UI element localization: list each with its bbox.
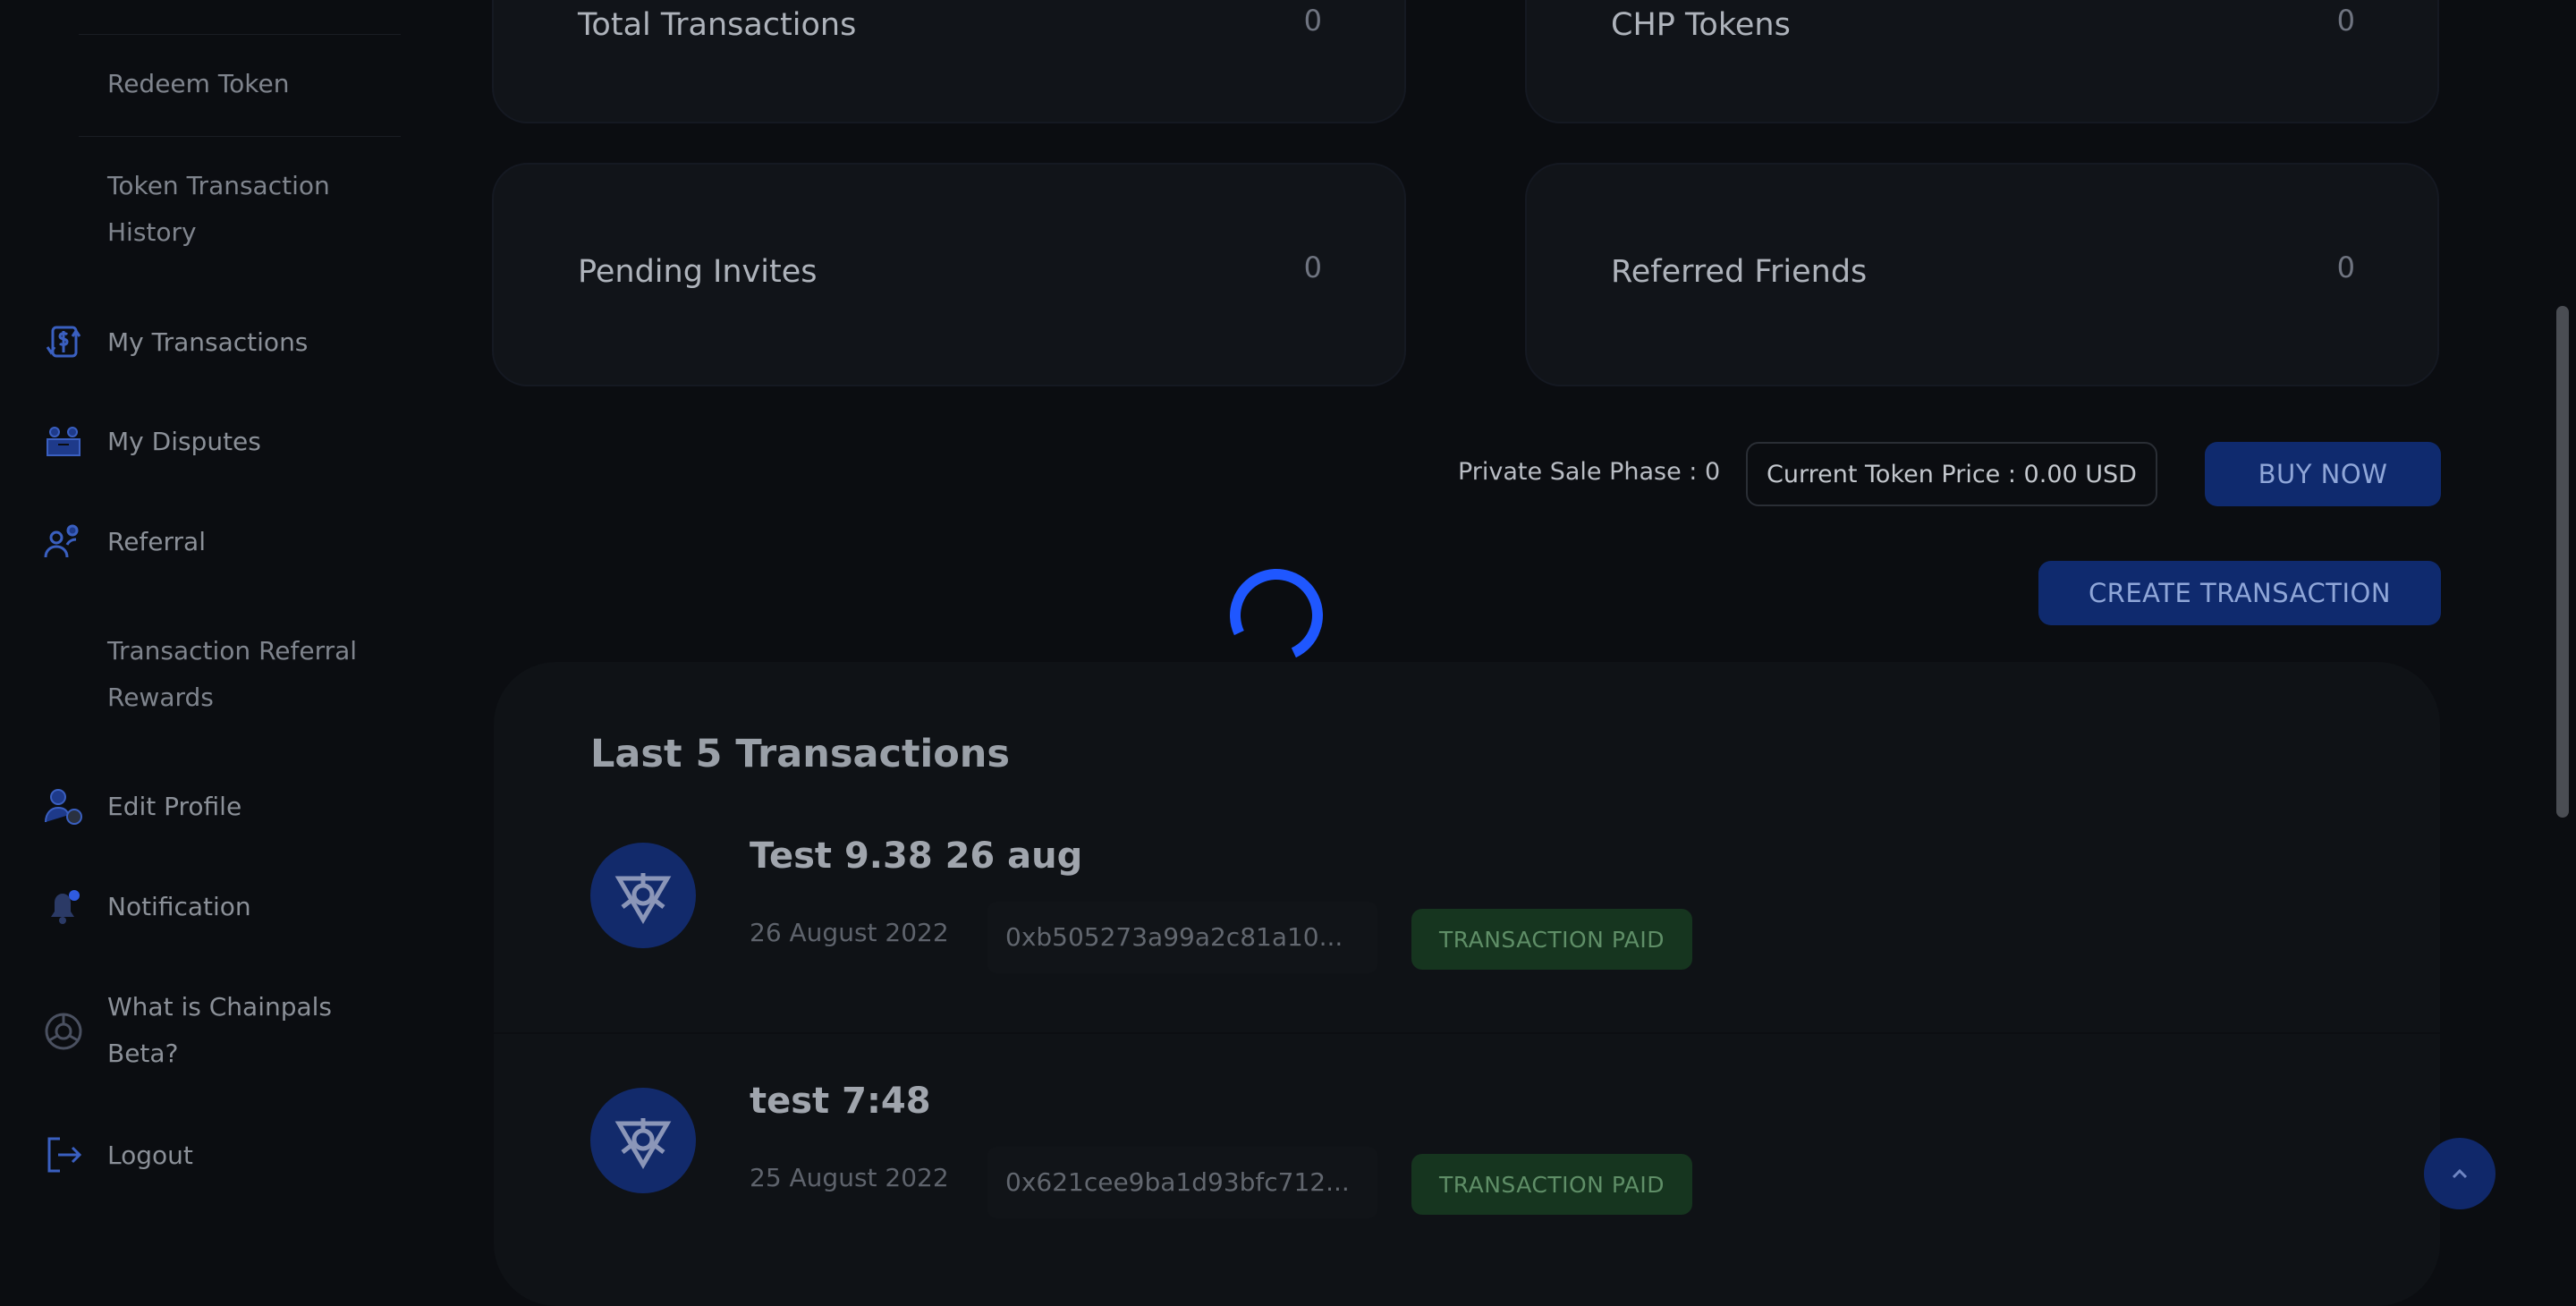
stat-label: Total Transactions: [578, 7, 857, 43]
stat-card-referred-friends: Referred Friends 0: [1525, 163, 2439, 386]
transaction-hash[interactable]: 0xb505273a99a2c81a10...: [987, 902, 1377, 973]
stat-value: 0: [2336, 4, 2355, 38]
sidebar-item-logout[interactable]: Logout: [41, 1132, 435, 1179]
scroll-to-top-button[interactable]: [2424, 1138, 2496, 1209]
sidebar-item-token-transaction-history[interactable]: Token Transaction History: [107, 163, 402, 256]
stat-value: 0: [2336, 250, 2355, 284]
sidebar-item-label: Referral: [107, 527, 206, 556]
sidebar-item-label: Token Transaction: [107, 171, 330, 200]
stat-label: Referred Friends: [1611, 254, 1868, 290]
sidebar-item-transaction-referral-rewards[interactable]: Transaction Referral Rewards: [107, 628, 402, 721]
bell-icon: [41, 884, 86, 929]
buy-now-label: BUY NOW: [2258, 459, 2388, 489]
sidebar: Redeem Token Token Transaction History M…: [0, 0, 474, 1245]
transaction-hash[interactable]: 0x621cee9ba1d93bfc712...: [987, 1147, 1377, 1218]
dollar-exchange-icon: [41, 319, 86, 364]
loading-spinner: [1216, 555, 1336, 675]
chainpals-logo-icon: [41, 1009, 86, 1054]
sidebar-item-label: Notification: [107, 892, 251, 921]
chainpals-logo-icon: [590, 843, 696, 948]
sidebar-item-label: Edit Profile: [107, 792, 242, 821]
buy-now-button[interactable]: BUY NOW: [2205, 442, 2441, 506]
status-badge: TRANSACTION PAID: [1411, 1154, 1692, 1215]
sidebar-item-my-disputes[interactable]: My Disputes: [41, 419, 435, 465]
sidebar-item-label: Transaction Referral: [107, 636, 358, 666]
scrollbar-thumb[interactable]: [2556, 306, 2569, 818]
status-badge: TRANSACTION PAID: [1411, 909, 1692, 970]
sidebar-item-label: What is Chainpals Beta?: [107, 984, 332, 1077]
transaction-title[interactable]: Test 9.38 26 aug: [750, 835, 1082, 877]
current-token-price: Current Token Price : 0.00 USD: [1746, 442, 2157, 506]
sidebar-item-my-transactions[interactable]: My Transactions: [41, 319, 435, 366]
transaction-date: 26 August 2022: [750, 918, 949, 947]
sidebar-item-redeem-token[interactable]: Redeem Token: [107, 61, 402, 107]
sidebar-item-label-line: Beta?: [107, 1039, 179, 1068]
sidebar-item-label: Logout: [107, 1141, 193, 1170]
sidebar-item-label: History: [107, 217, 197, 247]
sidebar-item-what-is-chainpals[interactable]: What is Chainpals Beta?: [41, 984, 435, 1077]
logout-icon: [41, 1132, 86, 1177]
chevron-up-icon: [2452, 1168, 2468, 1179]
sidebar-item-edit-profile[interactable]: Edit Profile: [41, 784, 435, 830]
disputes-icon: [41, 419, 86, 463]
stat-value: 0: [1303, 250, 1322, 284]
current-token-price-text: Current Token Price : 0.00 USD: [1767, 460, 2137, 488]
sidebar-item-label: Rewards: [107, 683, 214, 712]
sidebar-item-notification[interactable]: Notification: [41, 884, 435, 930]
stat-value: 0: [1303, 4, 1322, 38]
section-title: Last 5 Transactions: [590, 732, 1011, 776]
transaction-title[interactable]: test 7:48: [750, 1081, 931, 1122]
sidebar-item-label-line: What is Chainpals: [107, 992, 333, 1022]
row-divider: [494, 1032, 2440, 1034]
stat-card-pending-invites: Pending Invites 0: [492, 163, 1406, 386]
sidebar-item-referral[interactable]: Referral: [41, 519, 435, 565]
table-row[interactable]: Test 9.38 26 aug 26 August 2022 0xb50527…: [590, 835, 2379, 1057]
stat-label: Pending Invites: [578, 254, 818, 290]
transaction-date: 25 August 2022: [750, 1163, 949, 1192]
sidebar-divider: [79, 34, 401, 35]
edit-profile-icon: [41, 784, 86, 828]
last-transactions-panel: Last 5 Transactions Test 9.38 26 aug 26 …: [494, 662, 2440, 1306]
sidebar-item-label: My Transactions: [107, 327, 309, 357]
stat-label: CHP Tokens: [1611, 7, 1791, 43]
sidebar-divider: [79, 136, 401, 137]
private-sale-phase: Private Sale Phase : 0: [1458, 458, 1721, 486]
stat-card-chp-tokens: CHP Tokens 0: [1525, 0, 2439, 123]
stat-card-total-transactions: Total Transactions 0: [492, 0, 1406, 123]
referral-users-icon: [41, 519, 86, 564]
create-transaction-label: CREATE TRANSACTION: [2088, 578, 2392, 608]
sidebar-item-label: My Disputes: [107, 427, 261, 456]
chainpals-logo-icon: [590, 1088, 696, 1193]
create-transaction-button[interactable]: CREATE TRANSACTION: [2038, 561, 2441, 625]
table-row[interactable]: test 7:48 25 August 2022 0x621cee9ba1d93…: [590, 1081, 2379, 1302]
